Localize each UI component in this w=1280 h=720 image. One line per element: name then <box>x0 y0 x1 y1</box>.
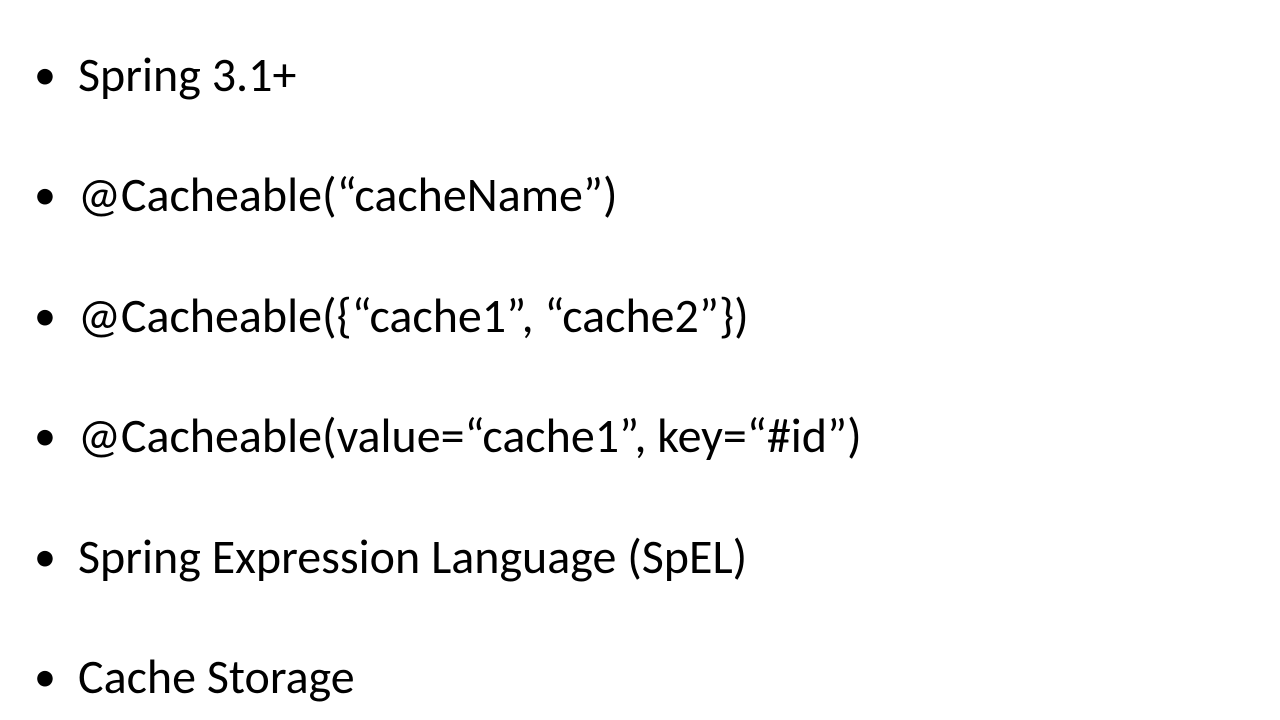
bullet-text: Spring 3.1+ <box>78 45 296 104</box>
bullet-text: @Cacheable(“cacheName”) <box>78 165 618 224</box>
list-item: @Cacheable(value=“cache1”, key=“#id”) <box>20 411 1260 461</box>
bullet-text: Spring Expression Language (SpEL) <box>78 527 747 586</box>
list-item: Cache Storage ConcurrentMap <box>20 652 1260 720</box>
bullet-text: @Cacheable(value=“cache1”, key=“#id”) <box>78 406 862 465</box>
slide-bullet-list: Spring 3.1+ @Cacheable(“cacheName”) @Cac… <box>20 50 1260 720</box>
bullet-text: @Cacheable({“cache1”, “cache2”}) <box>78 286 749 345</box>
list-item: @Cacheable({“cache1”, “cache2”}) <box>20 291 1260 341</box>
list-item: Spring Expression Language (SpEL) <box>20 532 1260 582</box>
bullet-text: Cache Storage <box>78 647 355 706</box>
list-item: @Cacheable(“cacheName”) <box>20 170 1260 220</box>
list-item: Spring 3.1+ <box>20 50 1260 100</box>
